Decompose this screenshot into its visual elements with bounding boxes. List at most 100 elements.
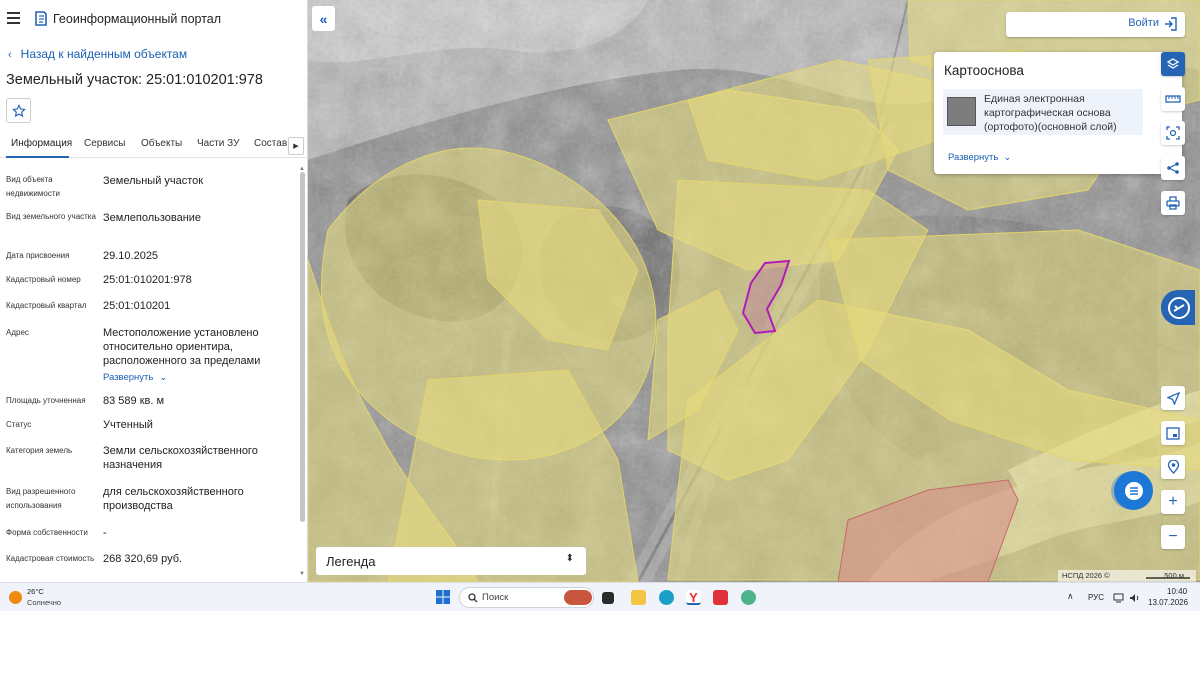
basemap-panel: Картооснова Единая электронная картограф… xyxy=(934,52,1182,174)
address-expand-label: Развернуть xyxy=(103,372,154,383)
measure-button[interactable] xyxy=(1161,87,1185,111)
my-location-button[interactable] xyxy=(1161,455,1185,479)
panel-scrollbar[interactable]: ▲ ▼ xyxy=(299,166,306,580)
volume-icon[interactable] xyxy=(1129,593,1140,603)
search-placeholder: Поиск xyxy=(482,592,509,603)
attr-value: для сельскохозяйственного производства xyxy=(103,486,244,512)
tab-parts[interactable]: Части ЗУ xyxy=(197,138,239,149)
weather-description[interactable]: Солнечно xyxy=(27,598,61,607)
map-view[interactable]: « Войти Картооснова Единая электронная к… xyxy=(308,0,1200,582)
attribute-list: Вид объекта недвижимости Земельный участ… xyxy=(0,162,298,582)
layers-button[interactable] xyxy=(1161,52,1185,76)
attr-value: Местоположение установлено относительно … xyxy=(103,327,261,367)
login-label: Войти xyxy=(1128,17,1159,29)
zoom-out-icon: − xyxy=(1168,528,1178,545)
chat-icon xyxy=(1124,481,1143,500)
legend-label: Легенда xyxy=(326,554,376,569)
attr-label: Дата присвоения xyxy=(6,251,70,260)
print-icon xyxy=(1166,196,1180,210)
basemap-layer-item[interactable]: Единая электронная картографическая осно… xyxy=(943,89,1143,135)
minimap-button[interactable] xyxy=(1161,421,1185,445)
sun-icon[interactable] xyxy=(9,591,22,604)
network-icon[interactable] xyxy=(1113,593,1124,603)
assistant-button[interactable] xyxy=(1161,290,1195,325)
scroll-thumb[interactable] xyxy=(300,172,305,522)
back-link-label: Назад к найденным объектам xyxy=(20,47,188,61)
screen: Геоинформационный портал ‹ Назад к найден… xyxy=(0,0,1200,611)
attr-value: 25:01:010201:978 xyxy=(103,274,192,286)
tab-objects[interactable]: Объекты xyxy=(141,138,182,149)
logo-icon xyxy=(35,11,47,26)
chevron-up-icon[interactable]: ∧ xyxy=(1067,591,1074,602)
clock-date[interactable]: 13.07.2026 xyxy=(1148,598,1188,607)
attr-label: Кадастровый квартал xyxy=(6,301,87,310)
attr-label: Вид объекта недвижимости xyxy=(6,175,60,198)
wps-office-icon[interactable] xyxy=(713,590,728,605)
edge-browser-icon[interactable] xyxy=(659,590,674,605)
share-icon xyxy=(1167,162,1179,174)
attr-value: 25:01:010201 xyxy=(103,300,171,312)
side-panel: Геоинформационный портал ‹ Назад к найден… xyxy=(0,0,308,582)
expand-collapse-icon[interactable]: ⬍ xyxy=(566,553,574,564)
attr-value: Землепользование xyxy=(103,212,202,224)
select-area-button[interactable] xyxy=(1161,121,1185,145)
input-language[interactable]: РУС xyxy=(1088,593,1104,602)
attr-label: Вид земельного участка xyxy=(6,212,96,221)
attr-label: Адрес xyxy=(6,328,29,337)
chevron-down-icon: ⌄ xyxy=(159,372,168,383)
tab-info[interactable]: Информация xyxy=(11,138,72,149)
windows-start-icon[interactable] xyxy=(436,590,450,604)
legend-panel[interactable]: Легенда ⬍ xyxy=(316,547,586,575)
basemap-expand-label: Развернуть xyxy=(948,152,999,163)
weather-temperature[interactable]: 26°C xyxy=(27,587,44,596)
navigate-icon xyxy=(1166,391,1180,405)
app-icon[interactable] xyxy=(741,590,756,605)
yandex-browser-icon[interactable]: Y xyxy=(686,590,701,605)
taskbar-search[interactable]: Поиск xyxy=(459,587,594,608)
layers-icon xyxy=(1166,58,1180,69)
star-icon xyxy=(11,103,26,117)
assistant-icon xyxy=(1168,297,1190,319)
tabs-scroll-right-button[interactable]: ▶ xyxy=(288,137,304,155)
print-button[interactable] xyxy=(1161,191,1185,215)
attr-label: Форма собственности xyxy=(6,528,88,537)
file-explorer-icon[interactable] xyxy=(631,590,646,605)
chat-button[interactable] xyxy=(1114,471,1153,510)
favorite-button[interactable] xyxy=(6,98,31,123)
login-button[interactable]: Войти xyxy=(1006,12,1185,37)
taskbar: 26°C Солнечно Поиск Y ∧ РУС 10:40 13.07.… xyxy=(0,582,1200,611)
tab-services[interactable]: Сервисы xyxy=(84,138,125,149)
share-button[interactable] xyxy=(1161,156,1185,180)
double-chevron-left-icon: « xyxy=(319,10,328,27)
attr-label: Статус xyxy=(6,420,32,429)
navigate-button[interactable] xyxy=(1161,386,1185,410)
scroll-down-icon[interactable]: ▼ xyxy=(299,571,305,577)
back-link[interactable]: ‹ Назад к найденным объектам xyxy=(8,47,187,61)
attr-value: - xyxy=(103,527,107,539)
select-area-icon xyxy=(1166,126,1180,140)
search-icon xyxy=(468,593,478,603)
zoom-out-button[interactable]: − xyxy=(1161,525,1185,549)
attr-value: 268 320,69 руб. xyxy=(103,553,183,565)
task-view-icon[interactable] xyxy=(602,592,614,604)
attr-value: Земли сельскохозяйственного назначения xyxy=(103,445,258,471)
basemap-expand-link[interactable]: Развернуть ⌄ xyxy=(948,152,1011,163)
top-bar: Геоинформационный портал xyxy=(0,0,308,38)
zoom-in-button[interactable]: + xyxy=(1161,490,1185,514)
login-icon xyxy=(1165,17,1177,31)
address-expand-link[interactable]: Развернуть ⌄ xyxy=(103,371,283,385)
app-title: Геоинформационный портал xyxy=(53,12,222,26)
basemap-layer-name: Единая электронная картографическая осно… xyxy=(984,93,1117,133)
tab-bar: Информация Сервисы Объекты Части ЗУ Сост… xyxy=(0,132,308,158)
attr-label: Вид разрешенного использования xyxy=(6,487,76,510)
tab-composition[interactable]: Состав xyxy=(254,138,287,149)
attr-value: Земельный участок xyxy=(103,175,204,187)
active-tab-indicator xyxy=(6,156,69,158)
attr-value: 83 589 кв. м xyxy=(103,395,165,407)
attr-label: Кадастровая стоимость xyxy=(6,554,95,563)
collapse-panel-button[interactable]: « xyxy=(312,6,335,31)
clock-time[interactable]: 10:40 xyxy=(1167,587,1187,596)
attr-label: Площадь уточненная xyxy=(6,396,86,405)
triangle-right-icon: ▶ xyxy=(293,143,299,150)
menu-icon[interactable] xyxy=(7,12,20,24)
